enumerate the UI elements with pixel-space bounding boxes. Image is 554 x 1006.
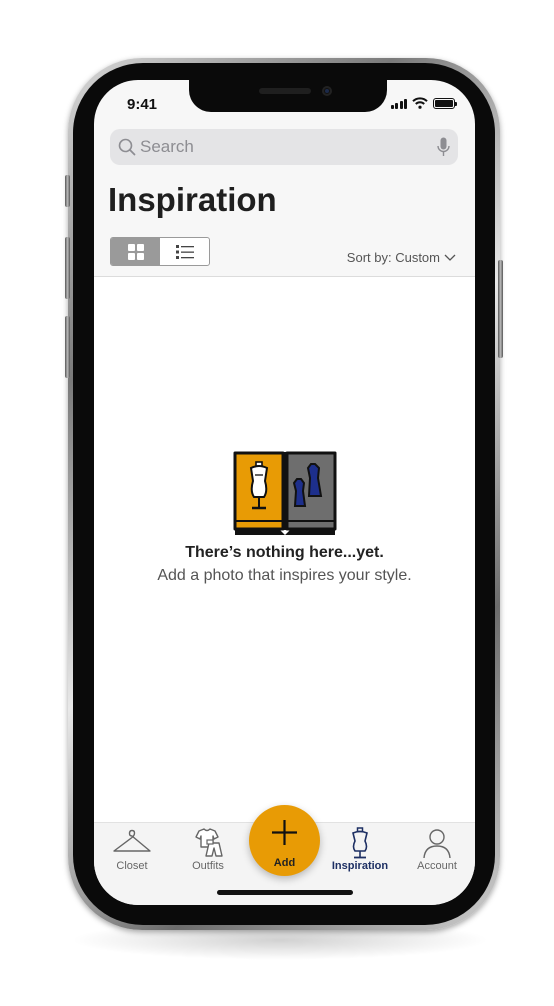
volume-up-button [65,237,70,299]
power-button [498,260,503,358]
add-button[interactable]: Add [249,805,320,876]
empty-state-subtitle: Add a photo that inspires your style. [157,567,412,584]
view-toggle [110,237,210,266]
status-time: 9:41 [127,96,158,113]
volume-down-button [65,316,70,378]
search-input[interactable]: Search [140,137,194,157]
list-icon [175,244,194,259]
person-icon [423,829,451,859]
tab-label-inspiration: Inspiration [331,860,389,872]
battery-icon [433,98,457,109]
empty-state-title: There’s nothing here...yet. [185,544,384,561]
hanger-icon [113,829,151,852]
grid-icon [127,243,144,260]
microphone-icon[interactable] [437,137,450,157]
grid-view-button[interactable] [111,238,160,265]
lookbook-icon [233,451,337,535]
add-button-label: Add [273,857,296,869]
app-screen: 9:41 Search Inspiration Sort by: Custom … [94,80,475,905]
page-title: Inspiration [108,181,277,218]
wifi-icon [412,97,428,109]
sort-label: Sort by: Custom [346,250,440,265]
tab-label-account: Account [417,860,457,872]
mute-switch [65,175,70,207]
notch [189,80,387,112]
dress-form-icon [352,827,368,859]
tab-label-outfits: Outfits [192,860,224,872]
home-indicator[interactable] [217,890,353,895]
front-camera [322,86,332,96]
signal-icon [390,99,407,109]
speaker-grille [259,88,311,94]
search-icon [118,138,136,156]
outfits-icon [195,828,223,857]
tab-label-closet: Closet [116,860,148,872]
list-view-button[interactable] [160,238,209,265]
status-icons [390,97,457,109]
chevron-down-icon [444,254,456,261]
sort-dropdown[interactable]: Sort by: Custom [347,250,456,265]
plus-icon [272,820,297,845]
search-bar[interactable]: Search [110,129,458,165]
